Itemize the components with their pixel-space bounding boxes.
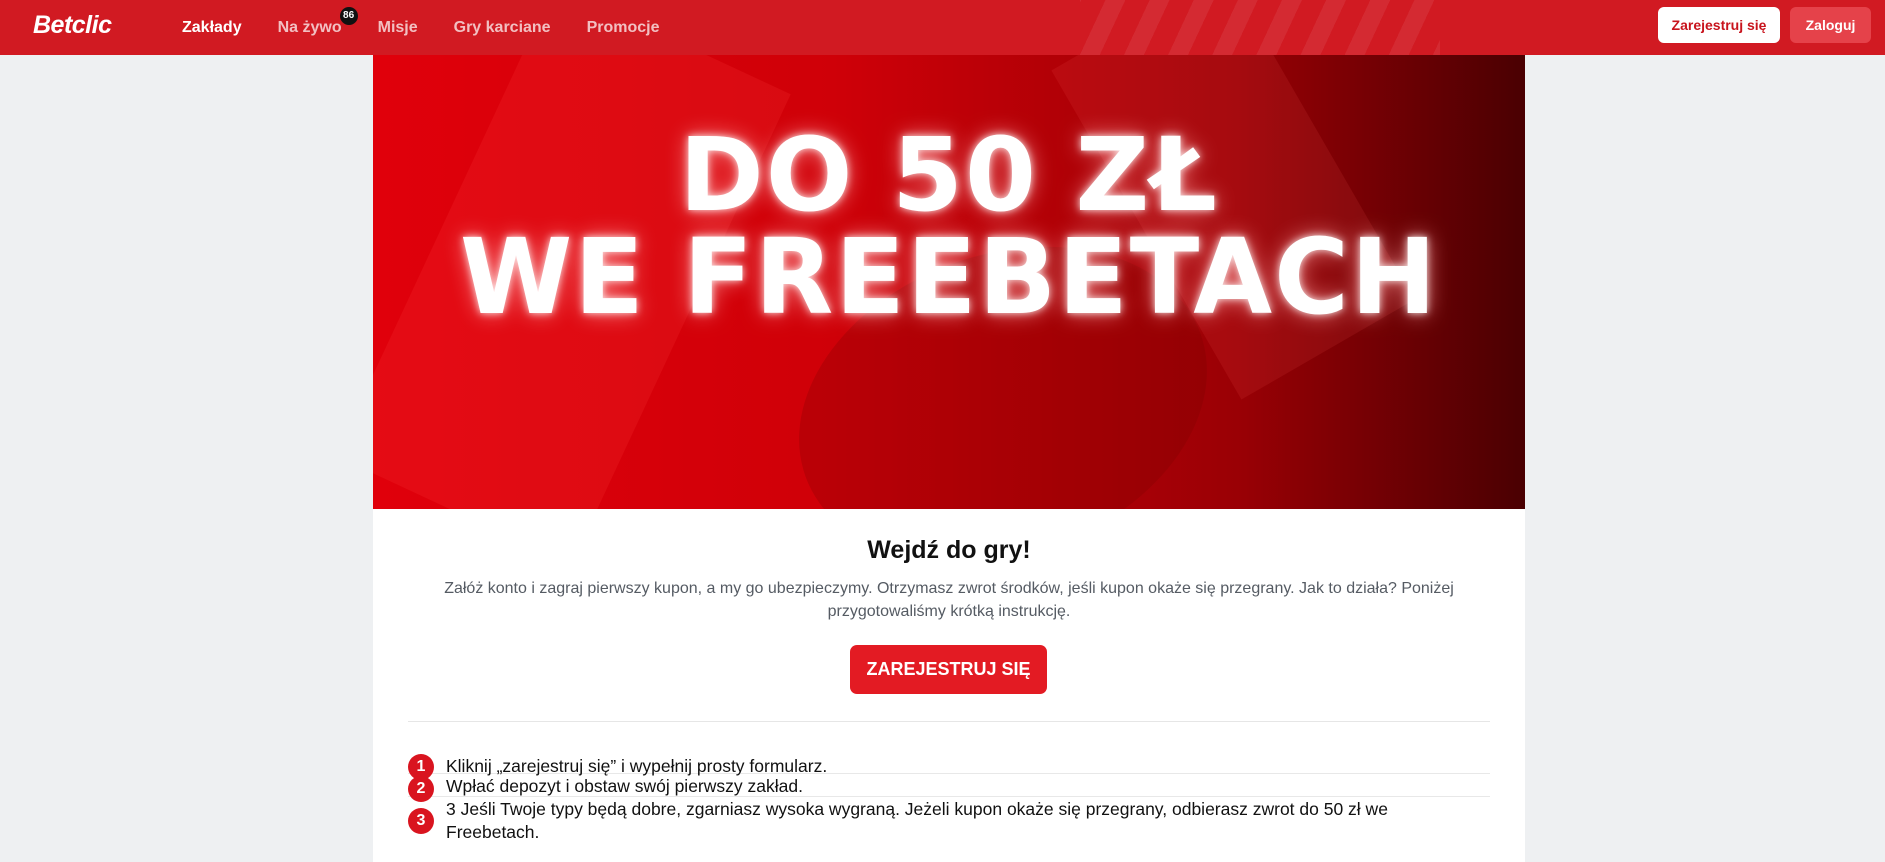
step-number-badge: 3 — [408, 808, 434, 834]
promo-banner: DO 50 ZŁ WE FREEBETACH — [373, 55, 1525, 509]
nav-item-zaklady[interactable]: Zakłady — [182, 19, 242, 37]
nav-item-label: Na żywo — [277, 18, 342, 36]
divider — [408, 721, 1490, 722]
betclic-logo[interactable]: Betclic — [33, 11, 112, 40]
step-text: Wpłać depozyt i obstaw swój pierwszy zak… — [446, 776, 803, 796]
nav-item-na-zywo[interactable]: Na żywo 86 — [277, 6, 358, 37]
banner-headline-line1: DO 50 ZŁ — [679, 116, 1219, 235]
page-title: Wejdź do gry! — [867, 536, 1031, 564]
steps-list: 1 Kliknij „zarejestruj się” i wypełnij p… — [408, 749, 1490, 845]
step-text: 3 Jeśli Twoje typy będą dobre, zgarniasz… — [446, 799, 1388, 842]
register-button[interactable]: Zarejestruj się — [1658, 7, 1780, 43]
banner-headline-line2: WE FREEBETACH — [459, 216, 1439, 338]
step-item: 3 3 Jeśli Twoje typy będą dobre, zgarnia… — [408, 797, 1490, 845]
main-nav: Zakłady Na żywo 86 Misje Gry karciane Pr… — [182, 0, 696, 55]
header-decoration — [1080, 0, 1440, 55]
register-cta-button[interactable]: ZAREJESTRUJ SIĘ — [850, 645, 1047, 694]
promo-card: DO 50 ZŁ WE FREEBETACH Wejdź do gry! Zał… — [373, 55, 1525, 862]
nav-item-gry-karciane[interactable]: Gry karciane — [454, 19, 551, 37]
live-count-badge: 86 — [339, 6, 358, 25]
top-navigation-bar: Betclic Zakłady Na żywo 86 Misje Gry kar… — [0, 0, 1885, 55]
promo-description: Załóż konto i zagraj pierwszy kupon, a m… — [444, 580, 1454, 620]
step-item: 1 Kliknij „zarejestruj się” i wypełnij p… — [408, 749, 1490, 780]
step-item: 2 Wpłać depozyt i obstaw swój pierwszy z… — [408, 774, 1490, 802]
nav-item-misje[interactable]: Misje — [378, 19, 418, 37]
nav-item-promocje[interactable]: Promocje — [587, 19, 660, 37]
login-button[interactable]: Zaloguj — [1790, 7, 1871, 43]
